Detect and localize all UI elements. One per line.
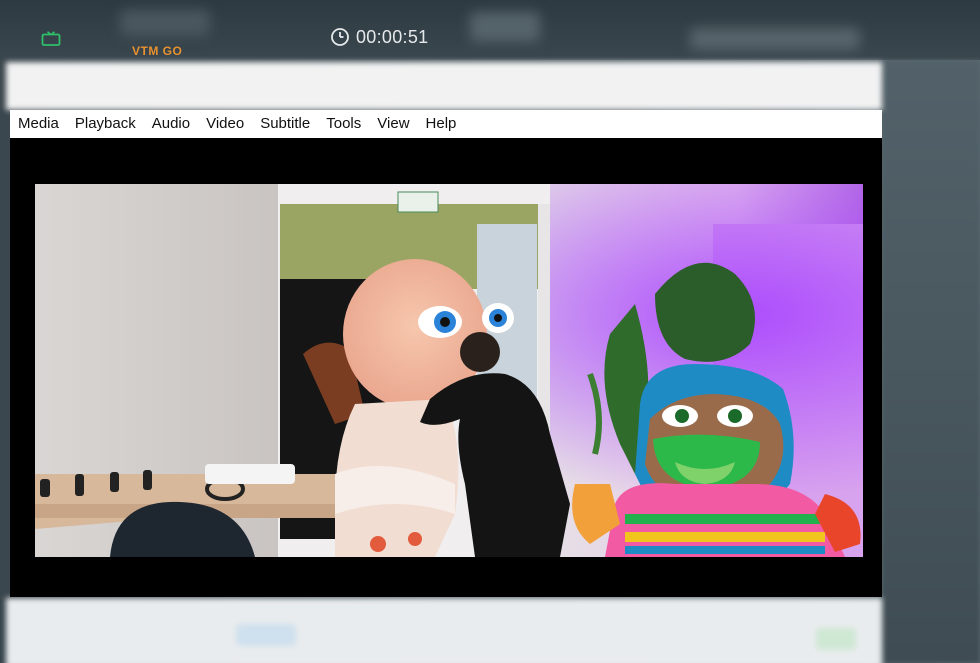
channel-name: VTM GO [132,44,183,58]
background-bottom-panel [6,598,882,663]
background-left-strip [0,60,10,600]
menu-playback[interactable]: Playback [67,110,144,138]
menu-bar: Media Playback Audio Video Subtitle Tool… [10,110,882,138]
playback-timer: 00:00:51 [356,27,429,47]
menu-media[interactable]: Media [10,110,67,138]
menu-audio[interactable]: Audio [144,110,198,138]
background-right-panel [882,60,980,663]
video-frame[interactable] [35,184,863,557]
menu-view[interactable]: View [369,110,417,138]
background-blur [690,28,860,50]
menu-video[interactable]: Video [198,110,252,138]
menu-tools[interactable]: Tools [318,110,369,138]
tv-icon[interactable] [41,31,61,46]
screen: VTM GO 00:00:51 Media Playback Audio Vid… [0,0,980,663]
background-blur [470,12,540,42]
background-blur [120,10,210,36]
menu-help[interactable]: Help [418,110,465,138]
background-sheet [6,62,882,110]
clock-icon [331,28,349,46]
menu-subtitle[interactable]: Subtitle [252,110,318,138]
